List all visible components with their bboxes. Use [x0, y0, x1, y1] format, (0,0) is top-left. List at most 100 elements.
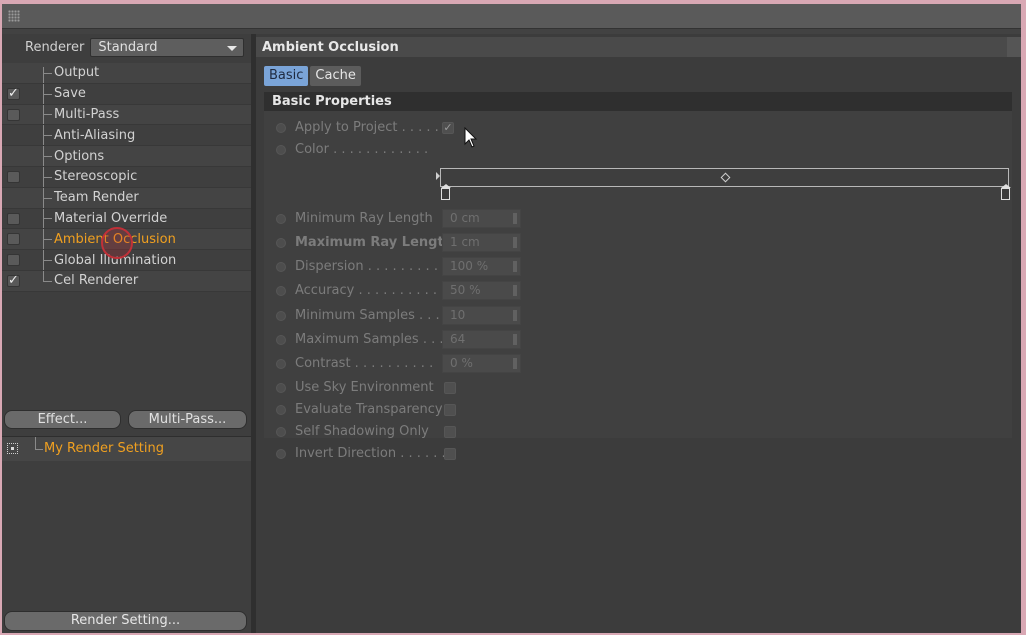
- tree-item-checkbox[interactable]: [7, 170, 20, 183]
- min-ray-length-field[interactable]: 0 cm: [442, 209, 521, 228]
- use-sky-environment-label: Use Sky Environment: [295, 380, 434, 395]
- tree-item-label: Cel Renderer: [54, 273, 139, 289]
- render-settings-window: Renderer Standard Output ✓ Save Multi-Pass A…: [2, 4, 1021, 633]
- self-shadowing-only-checkbox[interactable]: [444, 426, 456, 438]
- tree-branch-connector: [43, 197, 52, 199]
- spinner-icon[interactable]: [513, 261, 517, 272]
- multipass-button[interactable]: Multi-Pass...: [128, 410, 247, 429]
- max-samples-row: Maximum Samples . . . 64: [264, 329, 1012, 351]
- tree-item-save[interactable]: ✓ Save: [2, 83, 251, 105]
- effect-button[interactable]: Effect...: [4, 410, 121, 429]
- use-sky-environment-row: Use Sky Environment: [264, 377, 1012, 399]
- use-sky-environment-checkbox[interactable]: [444, 382, 456, 394]
- title-bar[interactable]: [2, 4, 1021, 29]
- tree-item-label: Multi-Pass: [54, 106, 120, 122]
- spinner-icon[interactable]: [513, 310, 517, 321]
- tree-item-checkbox[interactable]: ✓: [7, 274, 20, 287]
- keyframe-dot-icon[interactable]: [276, 427, 286, 437]
- keyframe-dot-icon[interactable]: [276, 286, 286, 296]
- tab-basic[interactable]: Basic: [264, 66, 309, 86]
- tree-branch-connector: [43, 280, 52, 282]
- click-highlight-circle: [101, 227, 133, 259]
- min-ray-length-row: Minimum Ray Length 0 cm: [264, 208, 1012, 230]
- render-settings-list: My Render Setting: [2, 436, 251, 611]
- render-setting-button[interactable]: Render Setting...: [4, 611, 247, 631]
- gradient-stop-left[interactable]: [441, 184, 451, 200]
- min-samples-field[interactable]: 10: [442, 306, 521, 325]
- max-ray-length-row: Maximum Ray Length 1 cm: [264, 232, 1012, 254]
- gradient-stop-right[interactable]: [1001, 184, 1011, 200]
- tree-item-output[interactable]: Output: [2, 63, 251, 84]
- evaluate-transparency-row: Evaluate Transparency: [264, 399, 1012, 421]
- max-samples-label: Maximum Samples . . .: [295, 332, 444, 347]
- keyframe-dot-icon[interactable]: [276, 405, 286, 415]
- keyframe-dot-icon[interactable]: [276, 335, 286, 345]
- max-ray-length-field[interactable]: 1 cm: [442, 233, 521, 252]
- apply-to-project-checkbox[interactable]: ✓: [442, 122, 454, 134]
- renderer-row: Renderer Standard: [2, 34, 251, 60]
- contrast-row: Contrast . . . . . . . . . . 0 %: [264, 353, 1012, 375]
- evaluate-transparency-label: Evaluate Transparency: [295, 402, 443, 417]
- tree-item-label: Options: [54, 148, 105, 164]
- field-value: 50 %: [450, 283, 481, 297]
- contrast-field[interactable]: 0 %: [442, 354, 521, 373]
- min-samples-row: Minimum Samples . . . 10: [264, 305, 1012, 327]
- tree-item-checkbox[interactable]: [7, 233, 20, 246]
- color-label: Color . . . . . . . . . . . .: [295, 142, 429, 157]
- spinner-icon[interactable]: [513, 213, 517, 224]
- tree-item-material-override[interactable]: Material Override: [2, 208, 251, 230]
- tree-item-stereoscopic[interactable]: Stereoscopic: [2, 166, 251, 188]
- tree-item-checkbox[interactable]: ✓: [7, 87, 20, 100]
- keyframe-dot-icon[interactable]: [276, 238, 286, 248]
- tree-item-checkbox[interactable]: [7, 212, 20, 225]
- tree-branch-connector: [43, 239, 52, 241]
- max-ray-length-label: Maximum Ray Length: [295, 235, 453, 250]
- tree-item-checkbox[interactable]: [7, 254, 20, 267]
- tree-branch-connector: [43, 176, 52, 178]
- color-gradient[interactable]: [440, 168, 1009, 187]
- tree-item-label: Output: [54, 65, 100, 81]
- tree-branch-connector: [43, 72, 52, 74]
- field-value: 100 %: [450, 259, 489, 273]
- keyframe-dot-icon[interactable]: [276, 383, 286, 393]
- spinner-icon[interactable]: [513, 237, 517, 248]
- renderer-label: Renderer: [25, 39, 85, 55]
- self-shadowing-only-row: Self Shadowing Only: [264, 421, 1012, 443]
- keyframe-dot-icon[interactable]: [276, 145, 286, 155]
- invert-direction-checkbox[interactable]: [444, 448, 456, 460]
- tree-branch-connector: [43, 156, 52, 158]
- spinner-icon[interactable]: [513, 285, 517, 296]
- evaluate-transparency-checkbox[interactable]: [444, 404, 456, 416]
- keyframe-dot-icon[interactable]: [276, 123, 286, 133]
- tree-item-label: Team Render: [54, 190, 139, 206]
- tree-item-cel-renderer[interactable]: ✓ Cel Renderer: [2, 270, 251, 292]
- dispersion-field[interactable]: 100 %: [442, 257, 521, 276]
- tree-item-checkbox[interactable]: [7, 108, 20, 121]
- tree-item-anti-aliasing[interactable]: Anti-Aliasing: [2, 125, 251, 147]
- keyframe-dot-icon[interactable]: [276, 359, 286, 369]
- tree-item-team-render[interactable]: Team Render: [2, 187, 251, 209]
- tree-branch-line: [43, 67, 44, 83]
- keyframe-dot-icon[interactable]: [276, 214, 286, 224]
- field-value: 0 %: [450, 356, 473, 370]
- tree-item-options[interactable]: Options: [2, 146, 251, 167]
- tab-bar: Basic Cache: [264, 66, 361, 86]
- list-item[interactable]: My Render Setting: [2, 437, 251, 461]
- grip-icon[interactable]: [8, 10, 20, 22]
- spinner-icon[interactable]: [513, 334, 517, 345]
- tree-branch-connector: [43, 93, 52, 95]
- accuracy-field[interactable]: 50 %: [442, 281, 521, 300]
- render-setting-icon: [7, 443, 18, 454]
- gradient-midpoint-knob[interactable]: [720, 172, 731, 183]
- tab-cache[interactable]: Cache: [310, 66, 361, 86]
- settings-tree: Output ✓ Save Multi-Pass Anti-Aliasing Option…: [2, 63, 251, 292]
- keyframe-dot-icon[interactable]: [276, 262, 286, 272]
- keyframe-dot-icon[interactable]: [276, 449, 286, 459]
- tree-item-multi-pass[interactable]: Multi-Pass: [2, 104, 251, 126]
- max-samples-field[interactable]: 64: [442, 330, 521, 349]
- renderer-dropdown[interactable]: Standard: [90, 37, 245, 57]
- panel-header: Ambient Occlusion: [256, 37, 1021, 57]
- left-button-row: Effect... Multi-Pass...: [2, 407, 251, 433]
- spinner-icon[interactable]: [513, 358, 517, 369]
- keyframe-dot-icon[interactable]: [276, 311, 286, 321]
